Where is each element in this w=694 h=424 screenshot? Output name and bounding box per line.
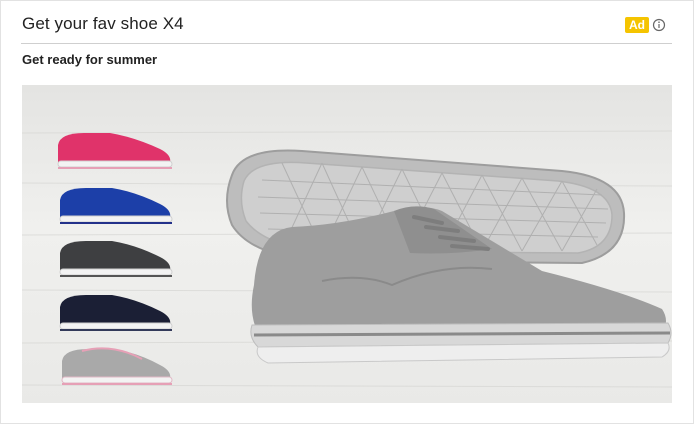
- ad-headline[interactable]: Get your fav shoe X4: [22, 14, 184, 34]
- shoe-blue: [59, 188, 173, 224]
- ad-badge: Ad: [625, 17, 649, 33]
- info-circle-icon[interactable]: [652, 18, 666, 32]
- ad-product-image[interactable]: [22, 85, 672, 403]
- shoe-pink: [57, 133, 173, 169]
- shoe-charcoal: [59, 241, 173, 277]
- ad-card[interactable]: Get your fav shoe X4 Ad Get ready for su…: [0, 0, 694, 424]
- shoe-navy: [59, 295, 173, 331]
- shoe-grey-pink: [61, 347, 173, 385]
- ad-subline: Get ready for summer: [22, 52, 158, 67]
- ad-header: Get your fav shoe X4 Ad: [21, 1, 672, 44]
- shoes-illustration: [22, 130, 672, 388]
